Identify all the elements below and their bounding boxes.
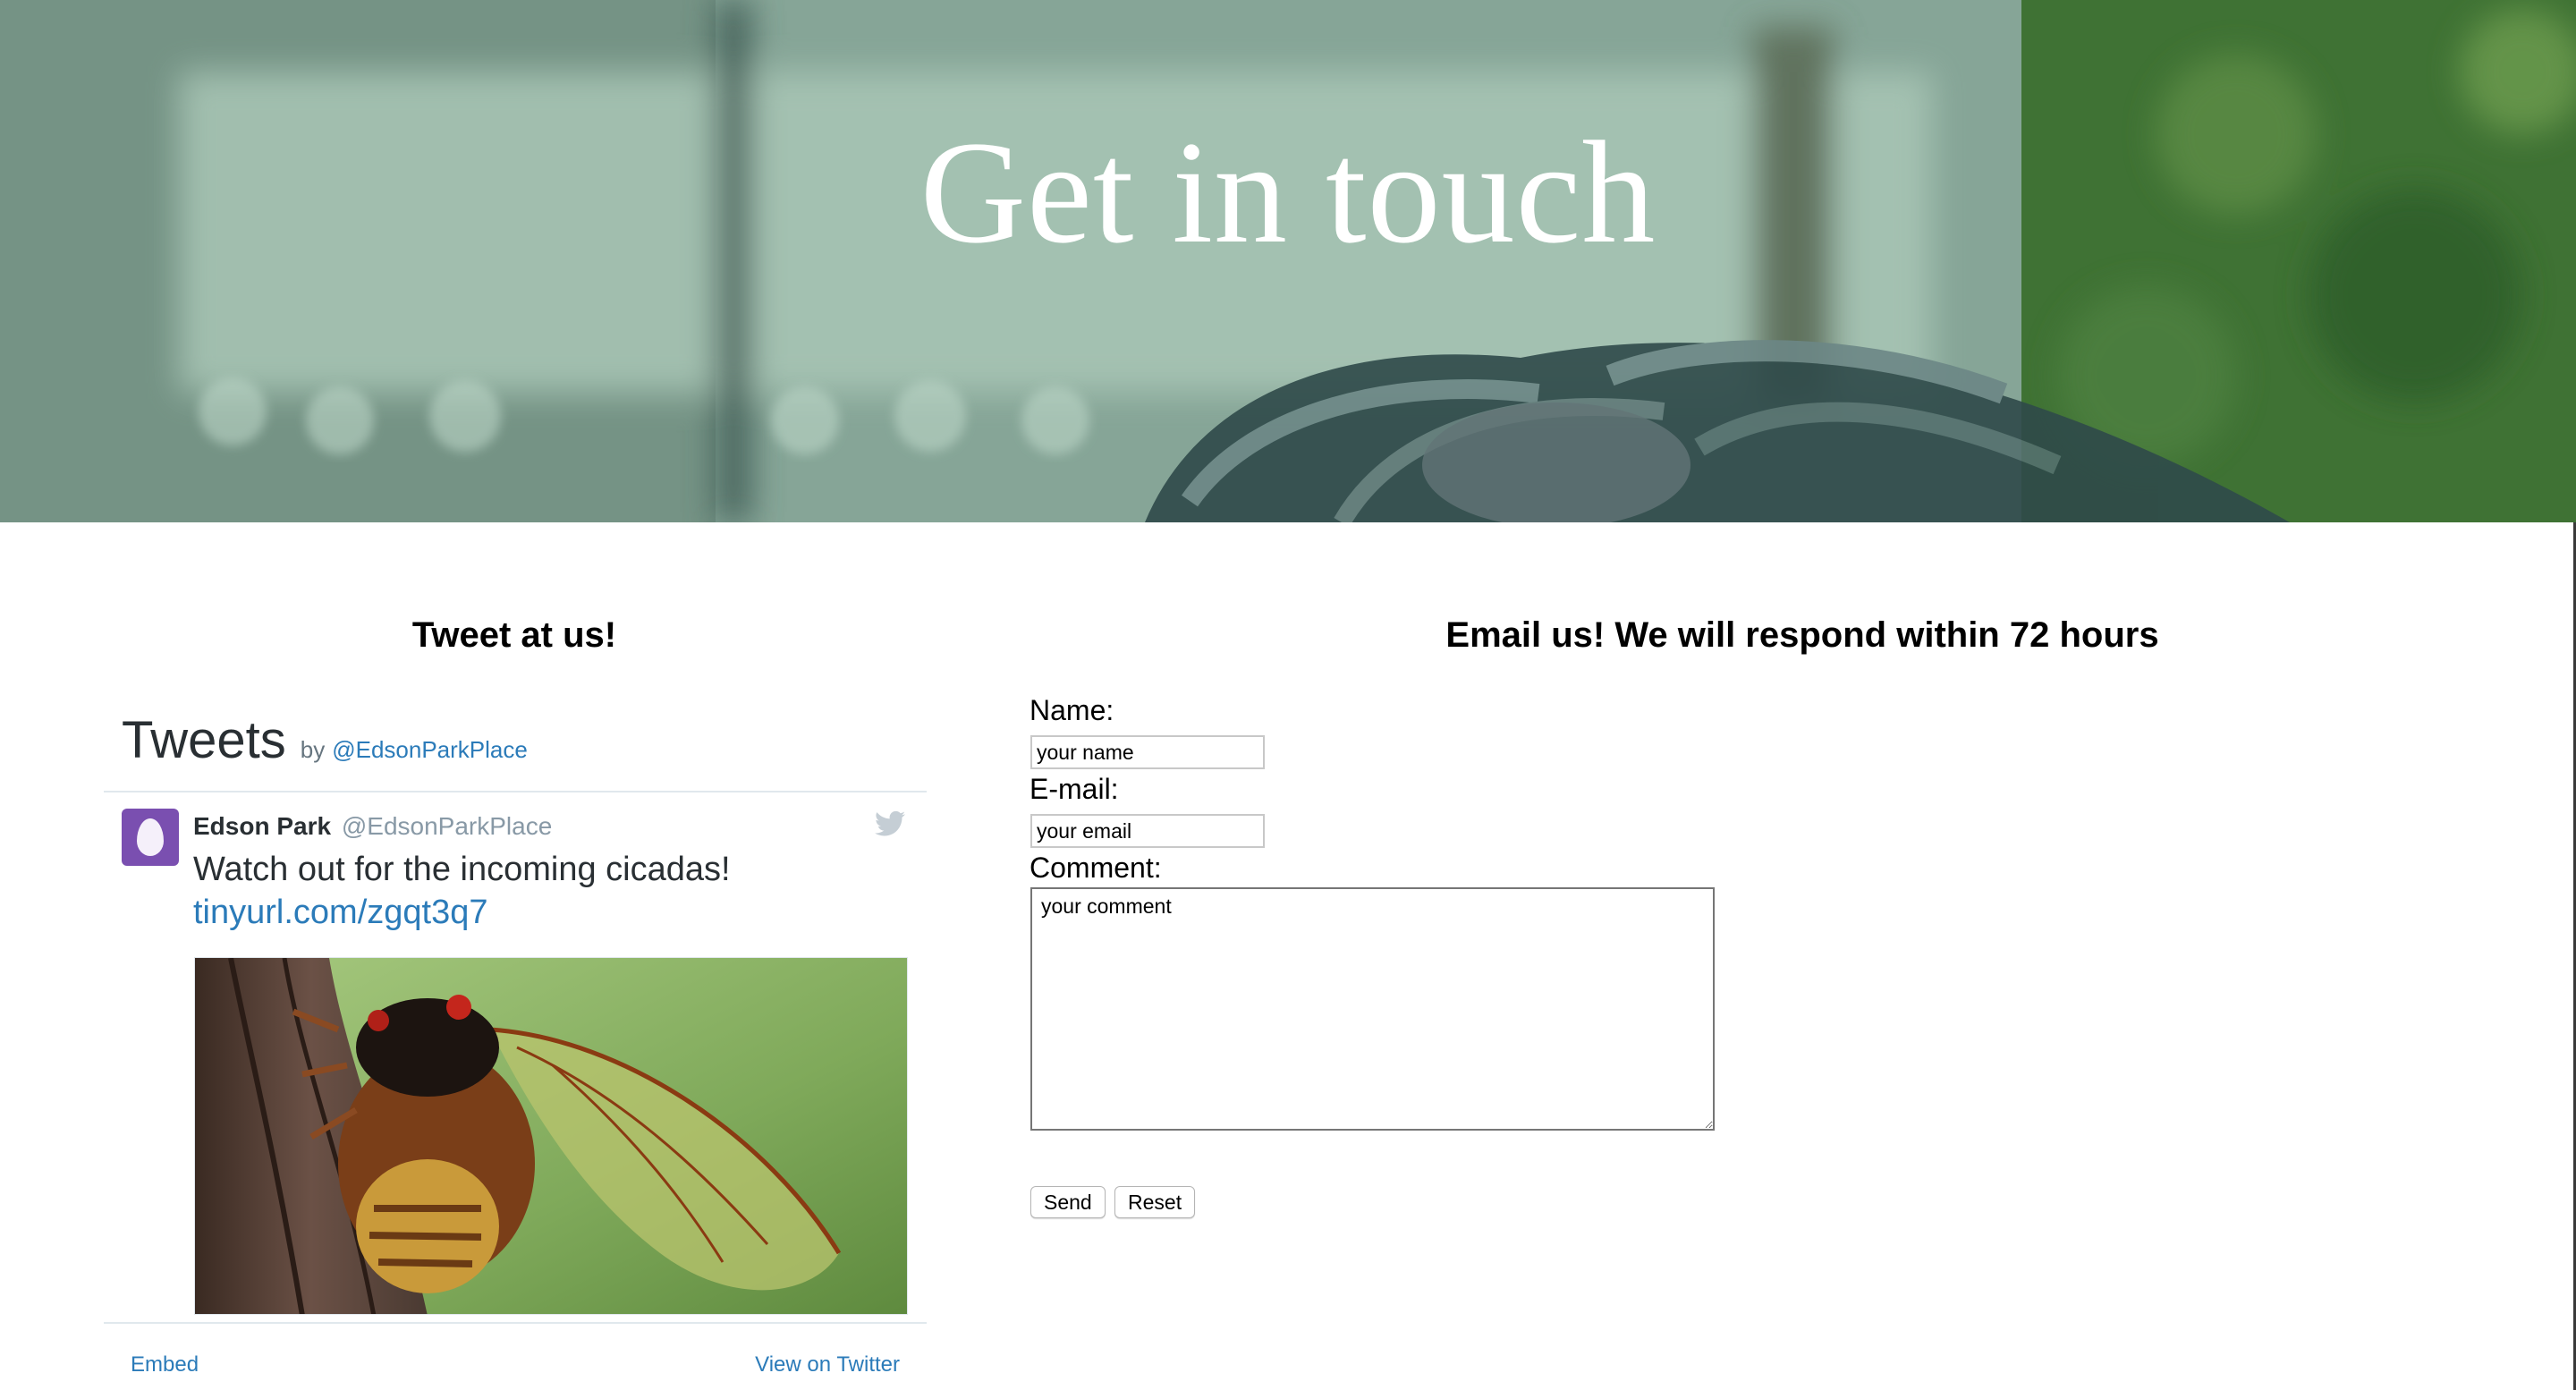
email-label: E-mail: bbox=[1030, 773, 1119, 805]
hero-banner: Get in touch bbox=[0, 0, 2576, 522]
send-button[interactable]: Send bbox=[1030, 1186, 1106, 1218]
view-on-twitter-link[interactable]: View on Twitter bbox=[755, 1352, 900, 1377]
tweet-author-handle[interactable]: @EdsonParkPlace bbox=[342, 812, 552, 840]
timeline-by-label: by bbox=[300, 736, 326, 763]
timeline-footer-divider bbox=[104, 1322, 927, 1324]
tweet-text: Watch out for the incoming cicadas! bbox=[193, 851, 731, 888]
embed-link[interactable]: Embed bbox=[131, 1352, 199, 1377]
tweet-media-image[interactable] bbox=[194, 957, 908, 1315]
tweet-author[interactable]: Edson Park @EdsonParkPlace bbox=[193, 812, 552, 841]
timeline-title: Tweets bbox=[122, 711, 286, 769]
name-input[interactable] bbox=[1030, 735, 1265, 769]
name-label: Name: bbox=[1030, 694, 1114, 726]
comment-textarea[interactable] bbox=[1030, 887, 1715, 1131]
timeline-header-divider bbox=[104, 791, 927, 792]
egg-avatar-icon[interactable] bbox=[122, 809, 179, 866]
timeline-handle-link[interactable]: @EdsonParkPlace bbox=[332, 736, 528, 764]
email-section-heading: Email us! We will respond within 72 hour… bbox=[1445, 615, 2159, 655]
cicada-photo bbox=[195, 958, 907, 1314]
tweet-link[interactable]: tinyurl.com/zgqt3q7 bbox=[193, 891, 488, 934]
comment-label: Comment: bbox=[1030, 852, 1162, 884]
page-title: Get in touch bbox=[919, 112, 1657, 274]
twitter-timeline-widget: Tweets by @EdsonParkPlace Edson Park @Ed… bbox=[104, 689, 927, 1390]
timeline-header: Tweets by @EdsonParkPlace bbox=[122, 710, 528, 769]
tweet-section-heading: Tweet at us! bbox=[411, 615, 617, 655]
bird-icon[interactable] bbox=[875, 810, 905, 837]
reset-button[interactable]: Reset bbox=[1114, 1186, 1196, 1218]
tweet-author-name[interactable]: Edson Park bbox=[193, 812, 331, 840]
email-input[interactable] bbox=[1030, 814, 1265, 848]
